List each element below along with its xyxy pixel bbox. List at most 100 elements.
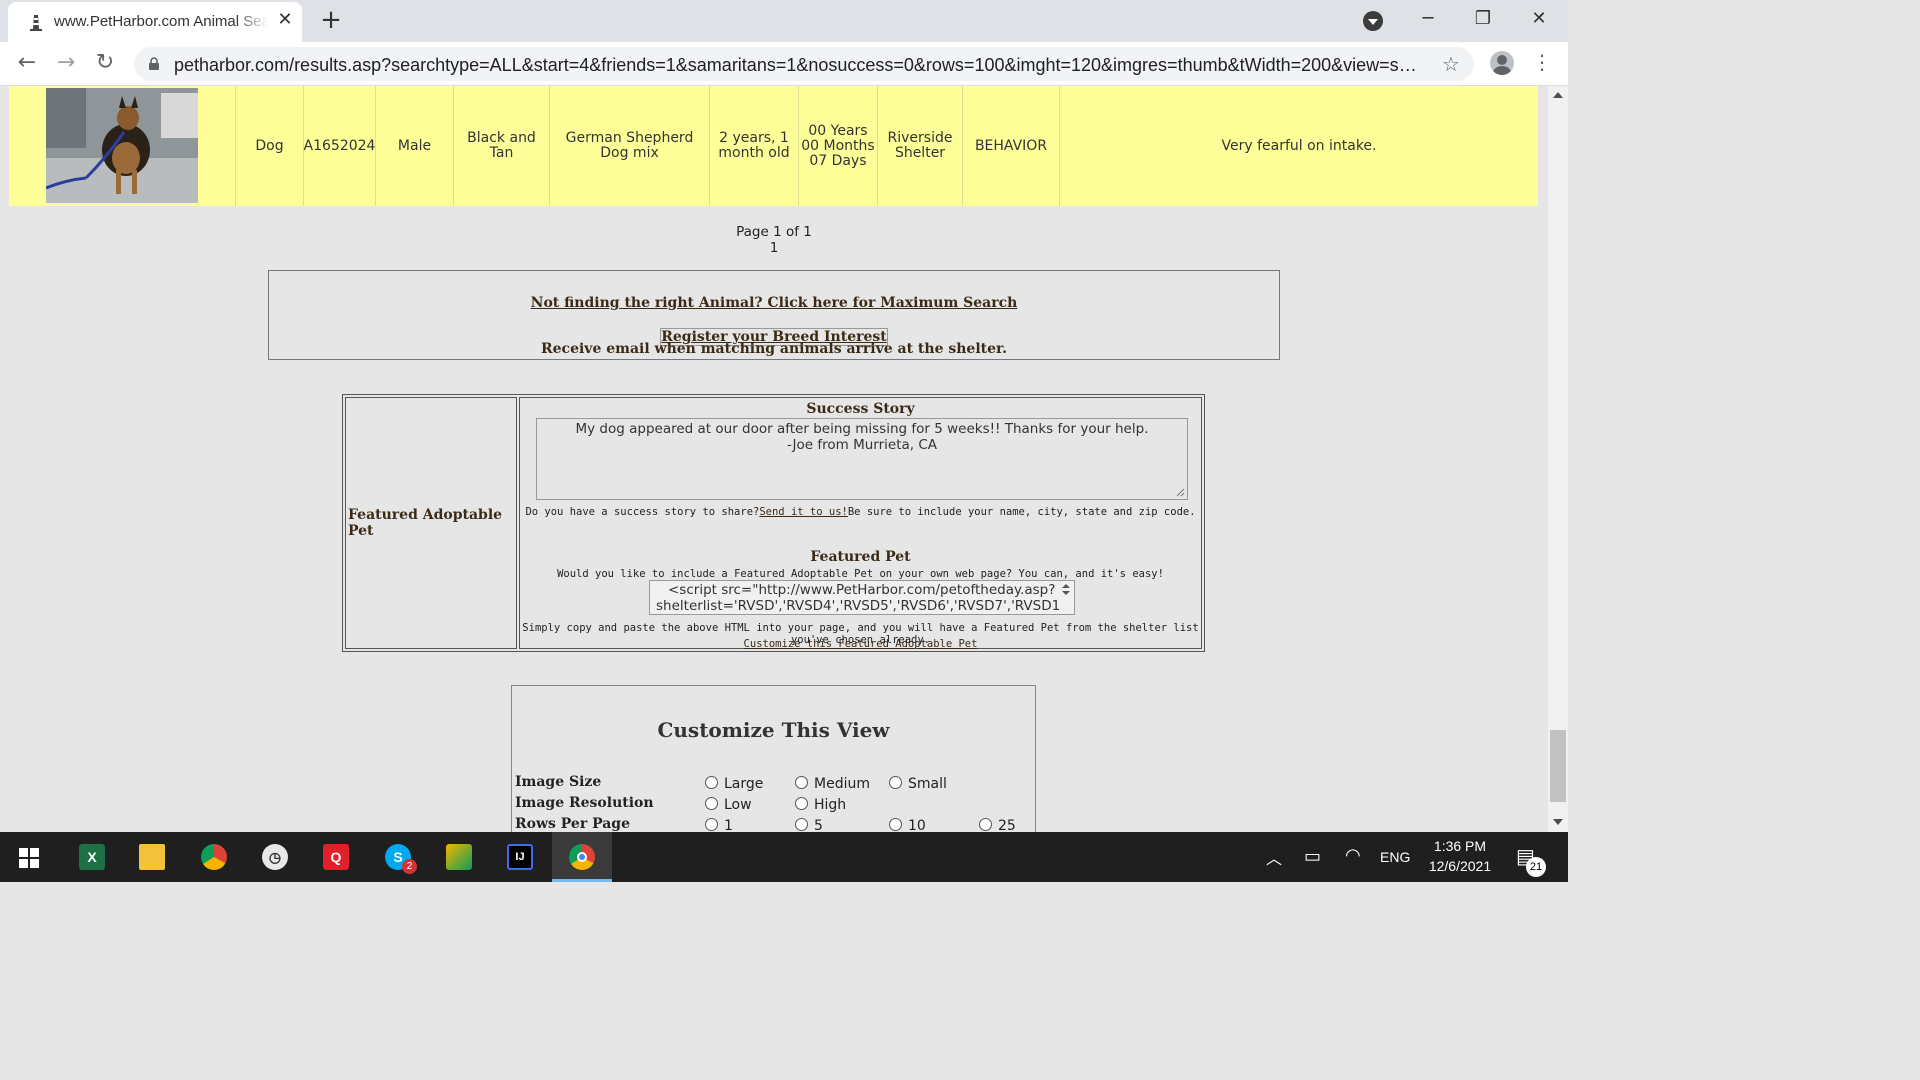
scroll-down-arrow-icon[interactable] xyxy=(1553,819,1563,825)
shelter-cell: Riverside Shelter xyxy=(878,86,963,206)
profile-avatar-icon[interactable] xyxy=(1490,51,1514,75)
address-bar[interactable]: petharbor.com/results.asp?searchtype=ALL… xyxy=(134,47,1474,81)
story-line-2: -Joe from Murrieta, CA xyxy=(786,437,938,453)
image-size-medium-radio[interactable] xyxy=(795,776,808,789)
code-line-1: <script src="http://www.PetHarbor.com/pe… xyxy=(668,582,1056,598)
notification-count-badge: 21 xyxy=(1526,857,1546,877)
clock-time: 1:36 PM xyxy=(1433,838,1487,854)
file-explorer-taskbar-button[interactable] xyxy=(122,832,182,882)
browser-tab-bar: www.PetHarbor.com Animal Search ✕ + ─ ❐ … xyxy=(0,0,1568,42)
dog-photo-image xyxy=(46,88,198,203)
maximum-search-box: Not finding the right Animal? Click here… xyxy=(268,270,1280,360)
featured-pet-heading: Featured Pet xyxy=(810,549,911,565)
chrome-profile-taskbar-button[interactable] xyxy=(184,832,244,882)
display-icon[interactable]: ▭ xyxy=(1304,846,1321,867)
windows-taskbar: X ◷ Q S 2 IJ ︿ ▭ ◠ ENG 1:36 PM 12/6/2021… xyxy=(0,832,1568,882)
close-window-icon[interactable]: ✕ xyxy=(1524,6,1554,32)
chrome-profile-icon xyxy=(201,844,227,870)
file-explorer-icon xyxy=(139,844,165,870)
story-line-1: My dog appeared at our door after being … xyxy=(575,421,1149,437)
system-clock[interactable]: 1:36 PM 12/6/2021 xyxy=(1428,838,1492,874)
reload-icon[interactable]: ↻ xyxy=(92,50,118,76)
intellij-taskbar-button[interactable]: IJ xyxy=(490,832,550,882)
language-indicator[interactable]: ENG xyxy=(1380,849,1410,865)
image-size-small-label: Small xyxy=(908,776,947,792)
customize-view-panel: Customize This View Image Size Large Med… xyxy=(511,685,1036,832)
age-cell: 2 years, 1 month old xyxy=(710,86,799,206)
start-button[interactable] xyxy=(0,832,60,882)
skype-taskbar-button[interactable]: S 2 xyxy=(368,832,428,882)
browser-menu-icon[interactable]: ⋮ xyxy=(1532,50,1552,74)
restore-window-icon[interactable]: ❐ xyxy=(1468,6,1498,32)
tab-search-icon[interactable] xyxy=(1363,11,1383,31)
chrome-icon xyxy=(569,844,595,870)
rows-10-radio[interactable] xyxy=(889,818,902,831)
breed-cell: German Shepherd Dog mix xyxy=(550,86,710,206)
clock-taskbar-button[interactable]: ◷ xyxy=(245,832,305,882)
clock-icon: ◷ xyxy=(262,844,288,870)
share-story-text: Do you have a success story to share?Sen… xyxy=(520,506,1201,518)
forward-arrow-icon[interactable]: → xyxy=(53,50,79,76)
tab-close-icon[interactable]: ✕ xyxy=(276,11,294,29)
wifi-icon[interactable]: ◠ xyxy=(1345,845,1361,866)
chrome-taskbar-button[interactable] xyxy=(552,832,612,882)
rows-5-radio[interactable] xyxy=(795,818,808,831)
page-link-1[interactable]: 1 xyxy=(0,240,1548,256)
code-scrollbar[interactable] xyxy=(1060,582,1072,614)
resolution-low-radio[interactable] xyxy=(705,797,718,810)
show-hidden-icons-chevron-icon[interactable]: ︿ xyxy=(1266,845,1282,869)
resize-grip-icon[interactable] xyxy=(1176,488,1185,497)
browser-toolbar: ← → ↻ petharbor.com/results.asp?searchty… xyxy=(0,42,1568,86)
url-text[interactable]: petharbor.com/results.asp?searchtype=ALL… xyxy=(174,55,1420,76)
days-text: 07 Days xyxy=(809,152,867,169)
send-it-to-us-link[interactable]: Send it to us! xyxy=(759,506,848,518)
featured-section: Featured Adoptable Pet Success Story My … xyxy=(342,394,1205,652)
time-in-shelter-cell: 00 Years 00 Months 07 Days xyxy=(799,86,878,206)
excel-taskbar-button[interactable]: X xyxy=(62,832,122,882)
browser-tab[interactable]: www.PetHarbor.com Animal Search ✕ xyxy=(8,2,302,42)
tab-title: www.PetHarbor.com Animal Search xyxy=(54,13,268,30)
customize-featured-pet-link[interactable]: Customize this Featured Adoptable Pet xyxy=(744,638,978,650)
resolution-high-label: High xyxy=(814,797,847,813)
rows-1-label: 1 xyxy=(724,818,733,832)
bookmark-star-icon[interactable]: ☆ xyxy=(1442,52,1460,76)
snip-taskbar-button[interactable] xyxy=(429,832,489,882)
lock-icon xyxy=(149,57,159,70)
skype-badge: 2 xyxy=(402,859,417,874)
rows-10-label: 10 xyxy=(908,818,926,832)
success-story-textarea[interactable]: My dog appeared at our door after being … xyxy=(536,418,1188,500)
animal-id-cell: A1652024 xyxy=(304,86,376,206)
page-indicator: Page 1 of 1 xyxy=(736,224,812,240)
image-resolution-label: Image Resolution xyxy=(515,795,654,811)
rows-1-radio[interactable] xyxy=(705,818,718,831)
featured-pet-description: Would you like to include a Featured Ado… xyxy=(557,568,1164,580)
pet-photo[interactable] xyxy=(46,88,198,203)
image-size-medium-label: Medium xyxy=(814,776,870,792)
animal-type-cell: Dog xyxy=(236,86,304,206)
page-scrollbar[interactable] xyxy=(1548,86,1568,832)
image-size-small-radio[interactable] xyxy=(889,776,902,789)
rows-5-label: 5 xyxy=(814,818,823,832)
notes-cell: Very fearful on intake. xyxy=(1221,137,1377,154)
image-size-large-radio[interactable] xyxy=(705,776,718,789)
pagination: Page 1 of 1 1 xyxy=(0,224,1548,256)
quip-taskbar-button[interactable]: Q xyxy=(306,832,366,882)
status-cell: BEHAVIOR xyxy=(963,86,1060,206)
intellij-icon: IJ xyxy=(507,844,533,870)
new-tab-button[interactable]: + xyxy=(318,7,344,34)
snip-icon xyxy=(446,844,472,870)
minimize-window-icon[interactable]: ─ xyxy=(1413,6,1443,32)
excel-icon: X xyxy=(79,844,105,870)
featured-content: Success Story My dog appeared at our doo… xyxy=(519,397,1202,650)
share-prefix: Do you have a success story to share? xyxy=(525,506,760,518)
embed-code-textarea[interactable]: <script src="http://www.PetHarbor.com/pe… xyxy=(649,580,1075,615)
resolution-low-label: Low xyxy=(724,797,752,813)
scrollbar-thumb[interactable] xyxy=(1550,730,1566,802)
resolution-high-radio[interactable] xyxy=(795,797,808,810)
page-viewport: Dog A1652024 Male Black and Tan German S… xyxy=(0,86,1548,832)
rows-25-radio[interactable] xyxy=(979,818,992,831)
scroll-up-arrow-icon[interactable] xyxy=(1553,92,1563,98)
back-arrow-icon[interactable]: ← xyxy=(14,50,40,76)
success-story-heading: Success Story xyxy=(806,401,915,417)
maximum-search-link[interactable]: Not finding the right Animal? Click here… xyxy=(531,295,1018,311)
